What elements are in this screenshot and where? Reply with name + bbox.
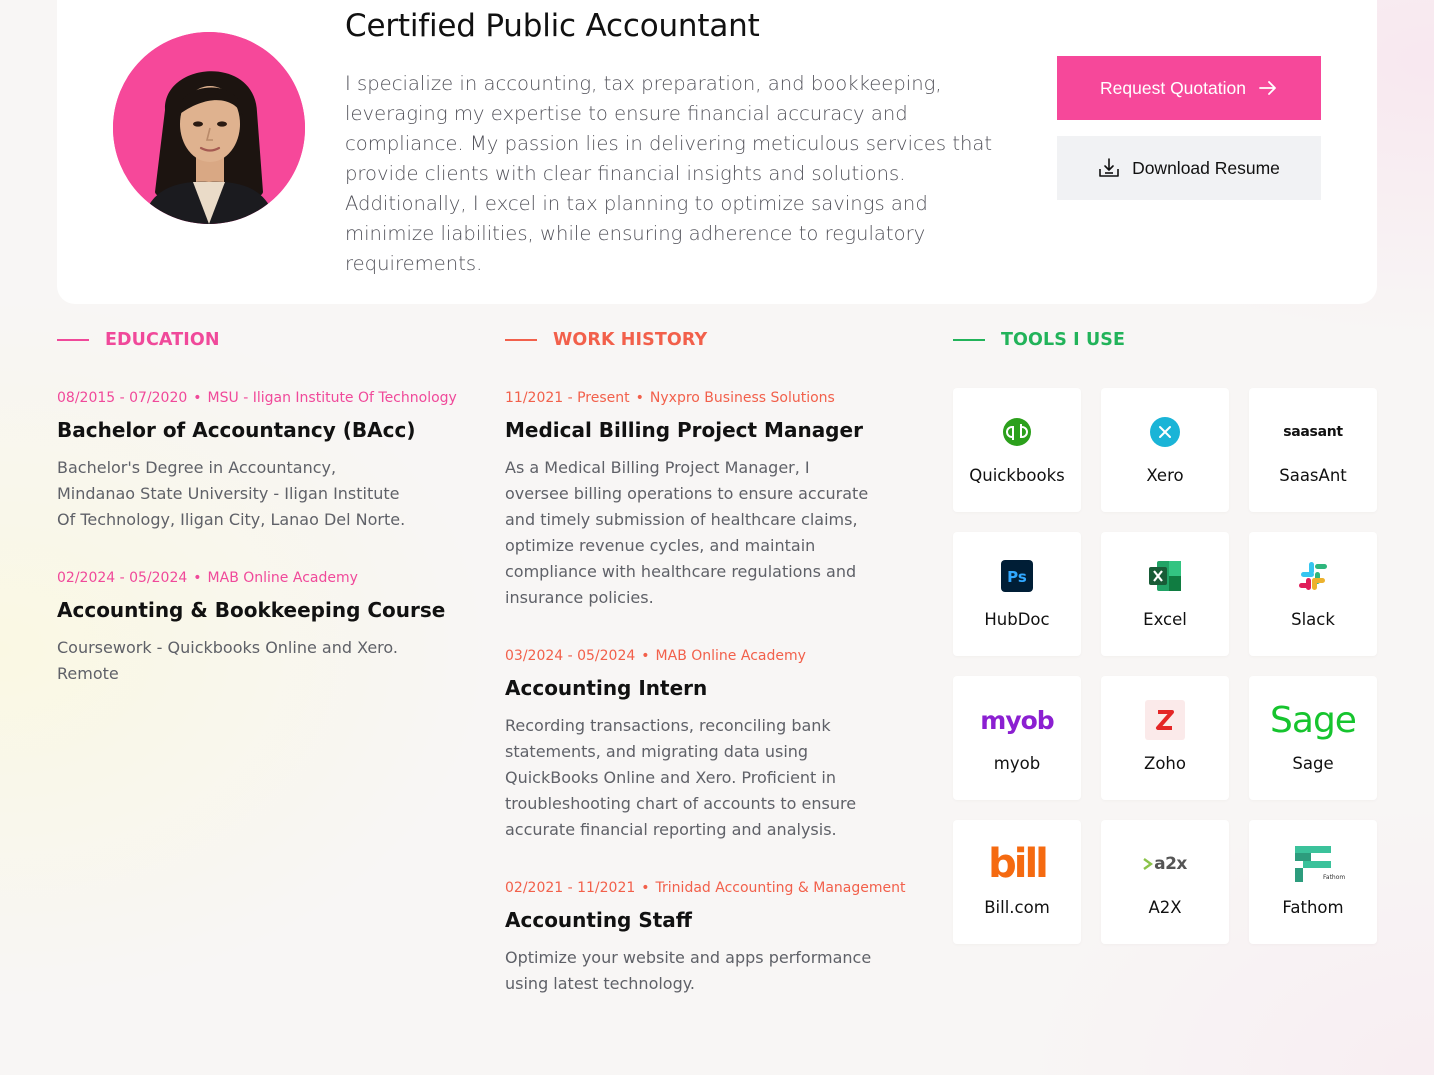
- tools-heading: TOOLS I USE: [953, 330, 1125, 350]
- tool-card-fathom[interactable]: Fathom Fathom: [1249, 820, 1377, 944]
- education-title: Bachelor of Accountancy (BAcc): [57, 418, 416, 442]
- separator-dot: •: [193, 570, 202, 586]
- a2x-logo-text: a2x: [1154, 854, 1187, 874]
- tool-card-saasant[interactable]: saasant SaasAnt: [1249, 388, 1377, 512]
- education-meta: 02/2024 - 05/2024 • MAB Online Academy: [57, 568, 457, 588]
- download-resume-label: Download Resume: [1132, 157, 1280, 178]
- education-item: 08/2015 - 07/2020 • MSU - Iligan Institute…: [57, 388, 457, 533]
- photoshop-icon: Ps: [953, 556, 1081, 596]
- work-item: 11/2021 - Present • Nyxpro Business Soluti…: [505, 388, 905, 611]
- tool-label: Excel: [1143, 610, 1187, 629]
- work-title: Accounting Staff: [505, 908, 693, 932]
- education-heading: EDUCATION: [57, 330, 220, 350]
- download-resume-button[interactable]: Download Resume: [1057, 136, 1321, 200]
- education-desc: Bachelor's Degree in Accountancy, Mindan…: [57, 458, 406, 529]
- saasant-logo-text: saasant: [1283, 424, 1343, 440]
- education-item: 02/2024 - 05/2024 • MAB Online Academy Acc…: [57, 568, 457, 687]
- work-desc: Optimize your website and apps performan…: [505, 948, 872, 993]
- work-org: Trinidad Accounting & Management: [655, 880, 906, 896]
- work-org: MAB Online Academy: [655, 648, 806, 664]
- zoho-icon: [1101, 700, 1229, 740]
- work-dates: 11/2021 - Present: [505, 390, 630, 406]
- work-org: Nyxpro Business Solutions: [649, 390, 835, 406]
- arrow-right-icon: [1258, 78, 1278, 98]
- work-title: Accounting Intern: [505, 676, 708, 700]
- education-desc: Coursework - Quickbooks Online and Xero.…: [57, 638, 398, 683]
- tool-label: Fathom: [1282, 898, 1344, 917]
- education-meta: 08/2015 - 07/2020 • MSU - Iligan Institute…: [57, 388, 457, 408]
- profile-bio: I specialize in accounting, tax preparat…: [345, 72, 993, 275]
- tool-label: A2X: [1148, 898, 1182, 917]
- separator-dot: •: [635, 390, 644, 406]
- tool-label: Zoho: [1144, 754, 1186, 773]
- a2x-icon: a2x: [1101, 844, 1229, 884]
- bill-logo-text: bill: [988, 841, 1049, 887]
- work-history-heading: WORK HISTORY: [505, 330, 707, 350]
- page-title: Certified Public Accountant: [345, 8, 760, 44]
- work-meta: 11/2021 - Present • Nyxpro Business Soluti…: [505, 388, 905, 408]
- divider: [953, 339, 985, 341]
- tool-label: Slack: [1291, 610, 1335, 629]
- tool-label: Bill.com: [984, 898, 1050, 917]
- request-quotation-label: Request Quotation: [1100, 77, 1246, 98]
- quickbooks-icon: [953, 412, 1081, 452]
- excel-icon: [1101, 556, 1229, 596]
- work-item: 03/2024 - 05/2024 • MAB Online Academy Acc…: [505, 646, 905, 843]
- work-item: 02/2021 - 11/2021 • Trinidad Accounting & …: [505, 878, 905, 997]
- download-icon: [1098, 157, 1120, 179]
- tool-card-a2x[interactable]: a2x A2X: [1101, 820, 1229, 944]
- tools-heading-label: TOOLS I USE: [1001, 330, 1126, 350]
- myob-logo-text: myob: [980, 705, 1054, 735]
- work-title: Medical Billing Project Manager: [505, 418, 863, 442]
- work-meta: 03/2024 - 05/2024 • MAB Online Academy: [505, 646, 905, 666]
- tool-card-quickbooks[interactable]: Quickbooks: [953, 388, 1081, 512]
- sage-logo-text: Sage: [1270, 699, 1357, 741]
- tool-card-xero[interactable]: Xero: [1101, 388, 1229, 512]
- work-desc: As a Medical Billing Project Manager, I …: [505, 458, 869, 607]
- tool-label: Quickbooks: [969, 466, 1065, 485]
- tool-card-hubdoc[interactable]: Ps HubDoc: [953, 532, 1081, 656]
- work-dates: 03/2024 - 05/2024: [505, 648, 636, 664]
- tool-label: Xero: [1146, 466, 1184, 485]
- myob-icon: myob: [953, 700, 1081, 740]
- fathom-logo-text: Fathom: [1323, 874, 1346, 881]
- work-meta: 02/2021 - 11/2021 • Trinidad Accounting & …: [505, 878, 905, 898]
- avatar: [113, 32, 305, 224]
- tool-card-slack[interactable]: Slack: [1249, 532, 1377, 656]
- tool-card-myob[interactable]: myob myob: [953, 676, 1081, 800]
- tool-label: Sage: [1292, 754, 1334, 773]
- slack-icon: [1249, 556, 1377, 596]
- education-heading-label: EDUCATION: [105, 330, 220, 350]
- separator-dot: •: [641, 880, 650, 896]
- svg-text:Ps: Ps: [1007, 568, 1027, 586]
- tool-label: SaasAnt: [1279, 466, 1347, 485]
- tool-card-zoho[interactable]: Zoho: [1101, 676, 1229, 800]
- tool-label: HubDoc: [984, 610, 1050, 629]
- fathom-icon: Fathom: [1249, 844, 1377, 884]
- xero-icon: [1101, 412, 1229, 452]
- education-dates: 02/2024 - 05/2024: [57, 570, 188, 586]
- education-title: Accounting & Bookkeeping Course: [57, 598, 446, 622]
- education-org: MSU - Iligan Institute Of Technology: [207, 390, 457, 406]
- divider: [57, 339, 89, 341]
- sage-icon: Sage: [1249, 699, 1377, 741]
- work-desc: Recording transactions, reconciling bank…: [505, 716, 857, 839]
- bill-icon: bill: [953, 844, 1081, 884]
- separator-dot: •: [641, 648, 650, 664]
- tool-label: myob: [993, 754, 1041, 773]
- tool-card-bill[interactable]: bill Bill.com: [953, 820, 1081, 944]
- separator-dot: •: [193, 390, 202, 406]
- work-history-heading-label: WORK HISTORY: [553, 330, 708, 350]
- saasant-icon: saasant: [1249, 412, 1377, 452]
- tool-card-sage[interactable]: Sage Sage: [1249, 676, 1377, 800]
- tool-card-excel[interactable]: Excel: [1101, 532, 1229, 656]
- work-dates: 02/2021 - 11/2021: [505, 880, 636, 896]
- request-quotation-button[interactable]: Request Quotation: [1057, 56, 1321, 120]
- education-org: MAB Online Academy: [207, 570, 358, 586]
- divider: [505, 339, 537, 341]
- education-dates: 08/2015 - 07/2020: [57, 390, 188, 406]
